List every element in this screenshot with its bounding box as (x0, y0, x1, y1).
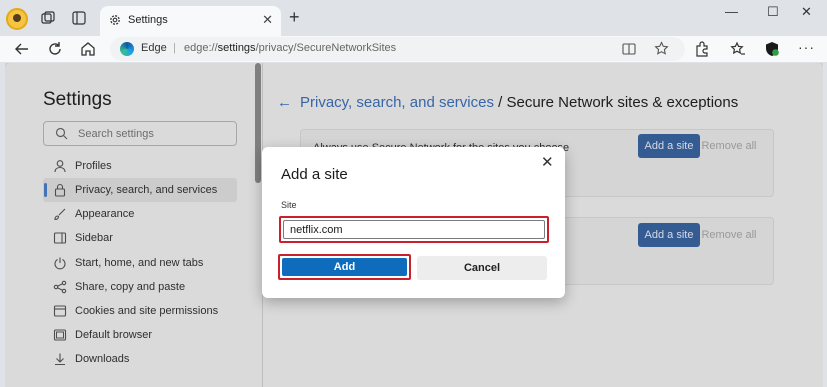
extensions-icon[interactable] (693, 40, 711, 58)
tab-strip: Settings ✕ + — ☐ ✕ (0, 0, 827, 36)
tab-close-icon[interactable]: ✕ (262, 12, 273, 28)
new-tab-button[interactable]: + (289, 8, 300, 26)
edge-logo-icon (120, 42, 134, 56)
workspaces-icon[interactable] (40, 10, 56, 26)
site-field-highlight (279, 216, 549, 243)
url-text[interactable]: edge://settings/privacy/SecureNetworkSit… (184, 42, 396, 54)
tab-actions-icon[interactable] (71, 10, 87, 26)
address-bar[interactable]: Edge | edge://settings/privacy/SecureNet… (110, 37, 685, 61)
site-label: Edge (141, 42, 167, 54)
add-site-dialog: Add a site ✕ Site Add Cancel (262, 147, 565, 298)
site-field-label: Site (281, 200, 297, 210)
close-window-button[interactable]: ✕ (801, 4, 812, 20)
back-icon[interactable] (13, 40, 31, 58)
maximize-button[interactable]: ☐ (767, 4, 779, 20)
cancel-button[interactable]: Cancel (417, 256, 547, 280)
site-input[interactable] (283, 220, 545, 239)
more-menu-icon[interactable]: ··· (798, 39, 815, 55)
tab-title: Settings (128, 14, 168, 26)
address-separator: | (173, 42, 176, 54)
refresh-icon[interactable] (46, 40, 64, 58)
navigation-bar: Edge | edge://settings/privacy/SecureNet… (0, 36, 827, 62)
profile-avatar[interactable] (6, 8, 28, 30)
tab-settings[interactable]: Settings ✕ (100, 6, 281, 36)
add-button[interactable]: Add (282, 258, 407, 276)
favorite-star-icon[interactable] (654, 41, 669, 56)
browser-essentials-icon[interactable] (763, 40, 781, 58)
favorites-icon[interactable] (729, 40, 747, 58)
add-button-highlight: Add (278, 254, 411, 280)
gear-icon (110, 15, 120, 25)
home-icon[interactable] (79, 40, 97, 58)
minimize-button[interactable]: — (725, 4, 738, 19)
dialog-close-icon[interactable]: ✕ (541, 153, 554, 171)
dialog-title: Add a site (281, 166, 348, 183)
reading-view-icon[interactable] (622, 42, 636, 56)
